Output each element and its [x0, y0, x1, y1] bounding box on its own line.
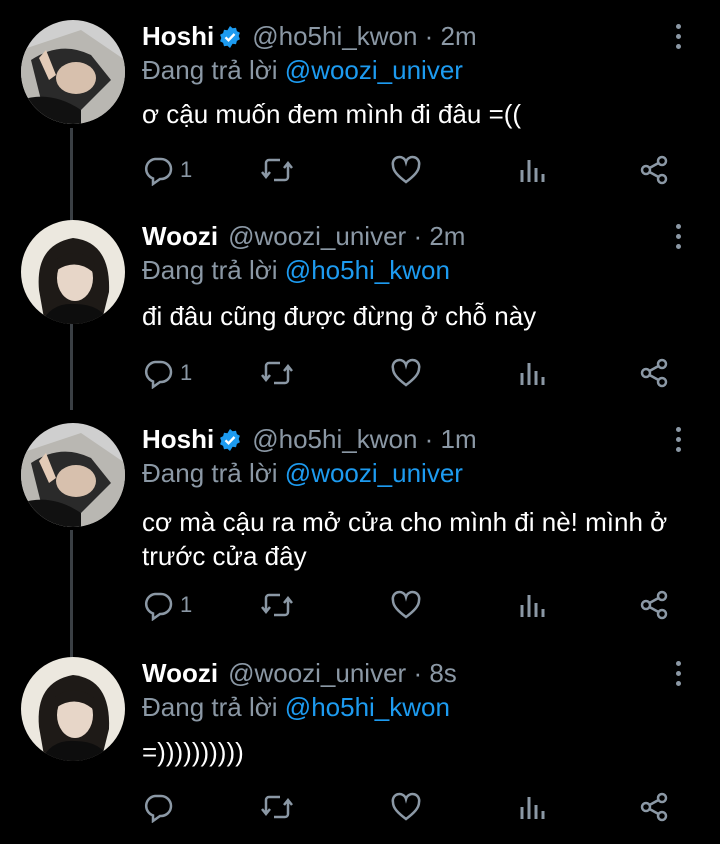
avatar[interactable]	[21, 20, 125, 124]
share-icon	[640, 792, 668, 822]
mention-link[interactable]: @ho5hi_kwon	[285, 255, 450, 285]
more-vertical-icon[interactable]	[676, 427, 682, 457]
username[interactable]: @woozi_univer	[228, 221, 406, 251]
replying-to: Đang trả lời @ho5hi_kwon	[142, 691, 450, 723]
analytics-button[interactable]	[518, 585, 548, 625]
analytics-icon	[520, 595, 545, 617]
verified-badge-icon	[218, 427, 242, 459]
heart-icon	[391, 155, 421, 184]
analytics-icon	[520, 363, 545, 385]
more-vertical-icon[interactable]	[676, 224, 682, 254]
replying-prefix: Đang trả lời	[142, 255, 278, 285]
share-icon	[640, 155, 668, 185]
tweet[interactable]: Woozi @woozi_univer · 8s Đang trả lời @ho…	[0, 637, 720, 844]
timestamp[interactable]: · 2m	[413, 221, 465, 251]
action-bar: 1	[142, 353, 702, 393]
replying-prefix: Đang trả lời	[142, 55, 278, 85]
like-button[interactable]	[390, 585, 422, 625]
share-icon	[640, 358, 668, 388]
heart-icon	[391, 358, 421, 387]
timestamp[interactable]: · 1m	[425, 424, 477, 454]
like-button[interactable]	[390, 150, 422, 190]
like-button[interactable]	[390, 787, 422, 827]
reply-count: 1	[180, 360, 193, 385]
tweet-header: Hoshi @ho5hi_kwon · 2m	[142, 20, 477, 56]
reply-button[interactable]: 1	[142, 150, 192, 190]
reply-button[interactable]: 1	[142, 353, 192, 393]
username[interactable]: @woozi_univer	[228, 658, 406, 688]
display-name[interactable]: Woozi	[142, 658, 218, 688]
share-icon	[640, 590, 668, 620]
display-name[interactable]: Hoshi	[142, 21, 214, 51]
replying-to: Đang trả lời @woozi_univer	[142, 54, 463, 86]
analytics-button[interactable]	[518, 150, 548, 190]
tweet[interactable]: Hoshi @ho5hi_kwon · 2m Đang trả lời @wooz…	[0, 0, 720, 205]
verified-badge-icon	[218, 24, 242, 56]
replying-prefix: Đang trả lời	[142, 458, 278, 488]
tweet[interactable]: Woozi @woozi_univer · 2m Đang trả lời @ho…	[0, 200, 720, 410]
analytics-button[interactable]	[518, 353, 548, 393]
share-button[interactable]	[638, 787, 670, 827]
avatar[interactable]	[21, 423, 125, 527]
share-button[interactable]	[638, 150, 670, 190]
action-bar: 1	[142, 585, 702, 625]
retweet-icon	[261, 158, 293, 182]
tweet-header: Woozi @woozi_univer · 2m	[142, 220, 465, 252]
timestamp[interactable]: · 8s	[413, 658, 456, 688]
tweet-header: Hoshi @ho5hi_kwon · 1m	[142, 423, 477, 459]
share-button[interactable]	[638, 585, 670, 625]
reply-icon	[144, 157, 173, 186]
tweet-text: đi đâu cũng được đừng ở chỗ này	[142, 301, 537, 331]
tweet-text: ơ cậu muốn đem mình đi đâu =((	[142, 99, 522, 129]
reply-count: 1	[180, 592, 193, 617]
tweet-header: Woozi @woozi_univer · 8s	[142, 657, 457, 689]
timestamp[interactable]: · 2m	[425, 21, 477, 51]
retweet-button[interactable]	[260, 353, 294, 393]
reply-icon	[144, 592, 173, 621]
display-name[interactable]: Woozi	[142, 221, 218, 251]
retweet-icon	[261, 795, 293, 819]
mention-link[interactable]: @woozi_univer	[285, 55, 463, 85]
heart-icon	[391, 792, 421, 821]
tweet-text: cơ mà cậu ra mở cửa cho mình đi nè! mình…	[142, 507, 668, 571]
reply-button[interactable]	[142, 787, 174, 827]
avatar[interactable]	[21, 220, 125, 324]
retweet-button[interactable]	[260, 787, 294, 827]
username[interactable]: @ho5hi_kwon	[252, 424, 417, 454]
avatar[interactable]	[21, 657, 125, 761]
tweet[interactable]: Hoshi @ho5hi_kwon · 1m Đang trả lời @wooz…	[0, 403, 720, 638]
retweet-button[interactable]	[260, 150, 294, 190]
mention-link[interactable]: @woozi_univer	[285, 458, 463, 488]
replying-prefix: Đang trả lời	[142, 692, 278, 722]
reply-icon	[144, 360, 173, 389]
action-bar	[142, 787, 702, 827]
analytics-icon	[520, 797, 545, 819]
reply-icon	[144, 794, 173, 823]
retweet-icon	[261, 361, 293, 385]
like-button[interactable]	[390, 353, 422, 393]
replying-to: Đang trả lời @ho5hi_kwon	[142, 254, 450, 286]
analytics-icon	[520, 160, 545, 182]
retweet-icon	[261, 593, 293, 617]
reply-button[interactable]: 1	[142, 585, 192, 625]
mention-link[interactable]: @ho5hi_kwon	[285, 692, 450, 722]
share-button[interactable]	[638, 353, 670, 393]
reply-count: 1	[180, 157, 193, 182]
display-name[interactable]: Hoshi	[142, 424, 214, 454]
retweet-button[interactable]	[260, 585, 294, 625]
analytics-button[interactable]	[518, 787, 548, 827]
heart-icon	[391, 590, 421, 619]
action-bar: 1	[142, 150, 702, 190]
replying-to: Đang trả lời @woozi_univer	[142, 457, 463, 489]
tweet-text: =))))))))))	[142, 737, 244, 767]
username[interactable]: @ho5hi_kwon	[252, 21, 417, 51]
more-vertical-icon[interactable]	[676, 661, 682, 691]
more-vertical-icon[interactable]	[676, 24, 682, 54]
